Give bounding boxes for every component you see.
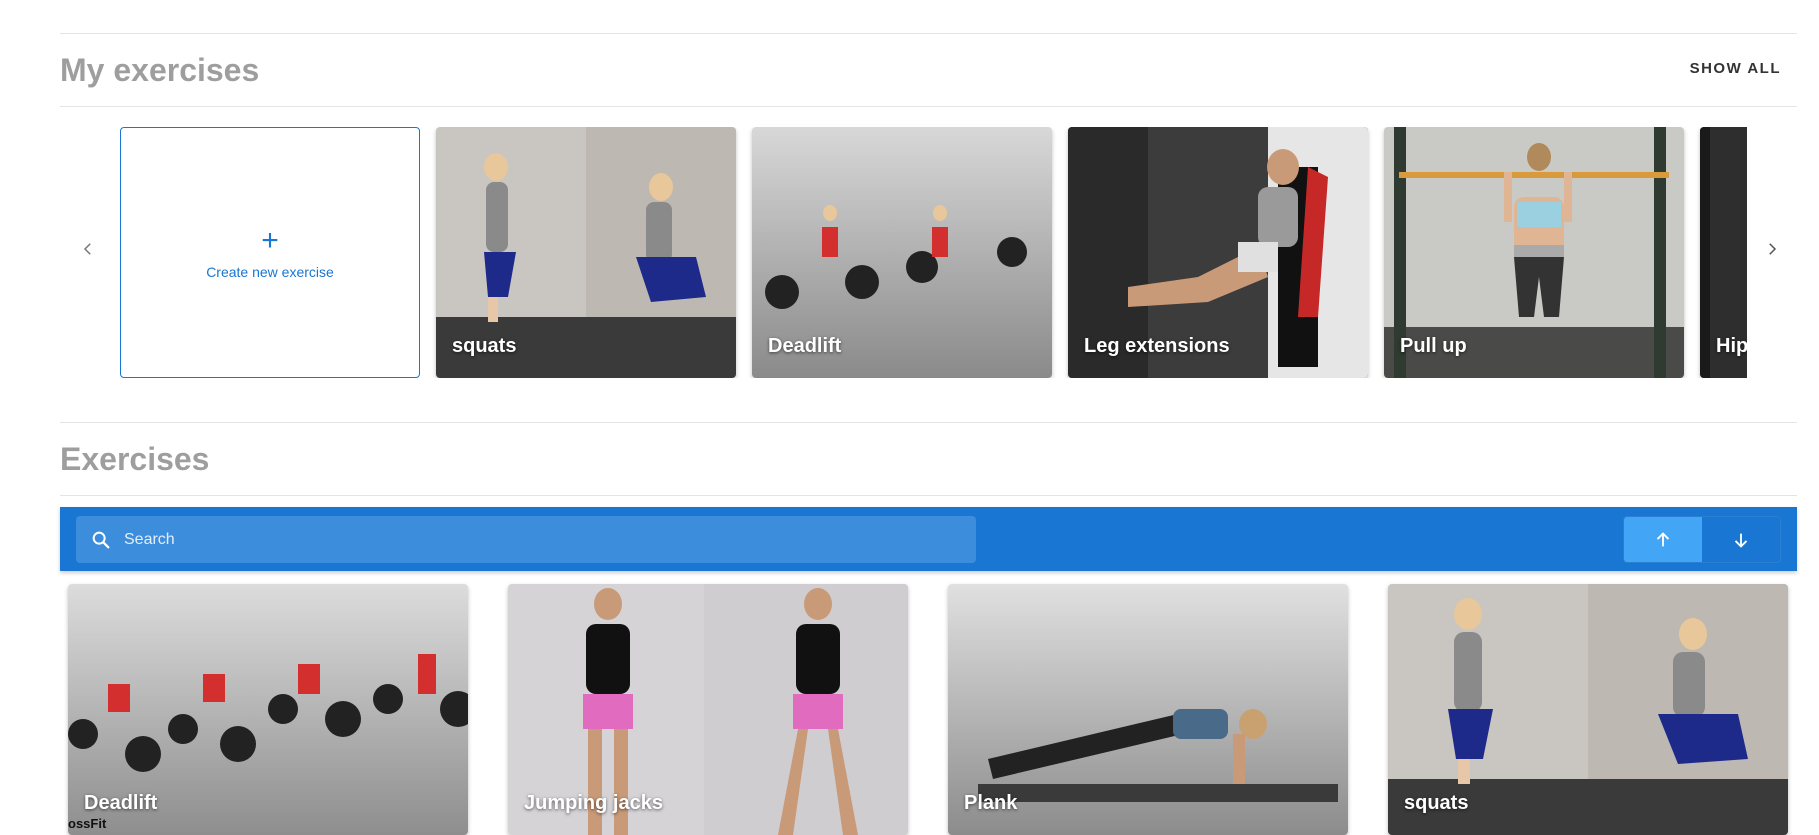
carousel-prev-button[interactable] — [76, 237, 100, 261]
card-label: squats — [452, 335, 517, 357]
search-input[interactable] — [122, 529, 946, 550]
exercise-card-leg-extensions[interactable]: Leg extensions — [1068, 127, 1368, 378]
exercise-card-pull-up[interactable]: Pull up — [1384, 127, 1684, 378]
exercise-card-squats[interactable]: squats — [436, 127, 736, 378]
exercises-top-divider — [60, 422, 1797, 423]
carousel-viewport: + Create new exercise squats Deadlift Le… — [120, 127, 1747, 378]
exercise-card-deadlift[interactable]: Deadlift — [752, 127, 1052, 378]
plus-icon: + — [261, 223, 279, 257]
card-label: Leg extensions — [1084, 335, 1230, 357]
sort-descending-button[interactable] — [1702, 517, 1780, 562]
search-icon — [92, 531, 110, 548]
exercises-title: Exercises — [60, 441, 210, 477]
search-box[interactable] — [76, 516, 976, 563]
my-exercises-title: My exercises — [60, 52, 260, 88]
card-label: Hip — [1716, 335, 1747, 357]
exercise-card-hip[interactable]: Hip — [1700, 127, 1747, 378]
card-label: Plank — [964, 792, 1018, 814]
card-label: Jumping jacks — [524, 792, 663, 814]
grid-card-plank[interactable]: Plank — [948, 584, 1348, 835]
card-label: Pull up — [1400, 335, 1467, 357]
grid-card-deadlift[interactable]: Deadlift ossFit — [68, 584, 468, 835]
crossfit-logo: ossFit — [68, 816, 107, 831]
sort-toggle-group — [1623, 516, 1781, 563]
card-label: Deadlift — [768, 335, 842, 357]
chevron-right-icon — [1769, 243, 1777, 255]
card-label: squats — [1404, 792, 1469, 814]
arrow-up-icon — [1656, 531, 1670, 546]
sort-ascending-button[interactable] — [1624, 517, 1702, 562]
grid-card-squats[interactable]: squats — [1388, 584, 1788, 835]
card-label: Deadlift — [84, 792, 158, 814]
create-exercise-label: Create new exercise — [206, 263, 334, 280]
arrow-down-icon — [1734, 533, 1748, 548]
show-all-button[interactable]: SHOW ALL — [1690, 60, 1781, 77]
carousel-next-button[interactable] — [1760, 237, 1784, 261]
top-divider — [60, 33, 1797, 34]
exercises-toolbar — [60, 507, 1797, 571]
exercises-divider — [60, 495, 1797, 496]
grid-card-jumping-jacks[interactable]: Jumping jacks — [508, 584, 908, 835]
create-exercise-card[interactable]: + Create new exercise — [120, 127, 420, 378]
my-exercises-divider — [60, 106, 1797, 107]
chevron-left-icon — [83, 243, 91, 255]
my-exercises-carousel: + Create new exercise squats Deadlift Le… — [60, 127, 1797, 378]
